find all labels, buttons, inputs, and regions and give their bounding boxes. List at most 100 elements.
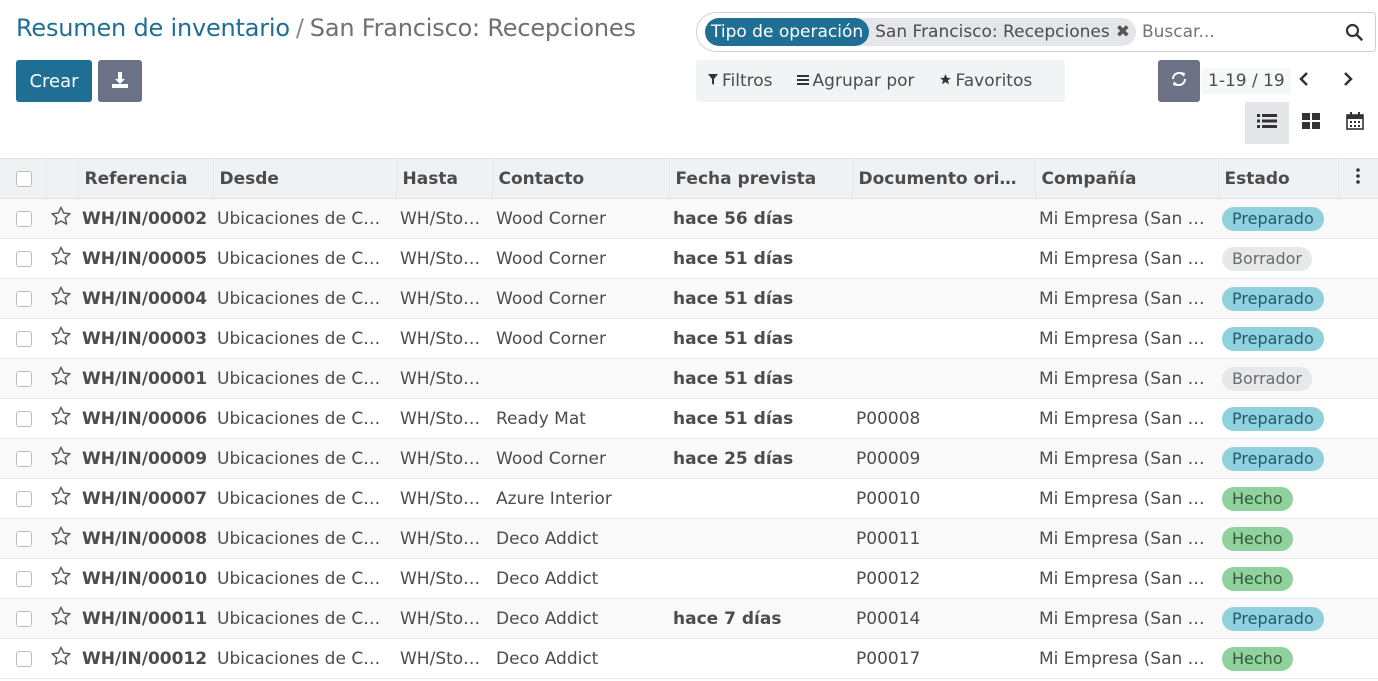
row-checkbox[interactable]	[16, 290, 32, 307]
favorite-cell[interactable]	[46, 358, 78, 399]
row-checkbox[interactable]	[16, 370, 32, 387]
favorite-cell[interactable]	[46, 598, 78, 639]
row-spacer-cell	[1338, 398, 1378, 439]
from-cell: Ubicaciones de C…	[213, 238, 396, 279]
column-header-contact[interactable]: Contacto	[492, 158, 670, 199]
pager-next-button[interactable]	[1334, 66, 1362, 96]
row-select-cell[interactable]	[0, 518, 46, 559]
create-button[interactable]: Crear	[16, 60, 92, 102]
star-outline-icon[interactable]	[50, 326, 72, 352]
star-outline-icon[interactable]	[50, 646, 72, 672]
row-checkbox[interactable]	[16, 450, 32, 467]
favorite-cell[interactable]	[46, 238, 78, 279]
row-select-cell[interactable]	[0, 198, 46, 239]
table-row[interactable]: WH/IN/00005 Ubicaciones de C… WH/Sto… Wood …	[0, 238, 1378, 279]
favorites-toggle[interactable]: Favoritos	[927, 60, 1045, 102]
favorite-cell[interactable]	[46, 518, 78, 559]
table-row[interactable]: WH/IN/00006 Ubicaciones de C… WH/Sto… Ready…	[0, 398, 1378, 439]
row-checkbox[interactable]	[16, 250, 32, 267]
star-outline-icon[interactable]	[50, 286, 72, 312]
row-select-cell[interactable]	[0, 238, 46, 279]
table-row[interactable]: WH/IN/00009 Ubicaciones de C… WH/Sto… Wood …	[0, 438, 1378, 479]
company-cell: Mi Empresa (San …	[1035, 518, 1218, 559]
state-cell: Hecho	[1218, 518, 1338, 559]
row-checkbox[interactable]	[16, 210, 32, 227]
row-select-cell[interactable]	[0, 318, 46, 359]
select-all-cell[interactable]	[0, 158, 47, 199]
column-header-scheduled-date[interactable]: Fecha prevista	[669, 158, 853, 199]
favorite-cell[interactable]	[46, 438, 78, 479]
row-select-cell[interactable]	[0, 358, 46, 399]
row-select-cell[interactable]	[0, 598, 46, 639]
row-select-cell[interactable]	[0, 638, 46, 679]
favorite-cell[interactable]	[46, 478, 78, 519]
to-cell: WH/Sto…	[396, 198, 492, 239]
column-header-state[interactable]: Estado	[1218, 158, 1339, 199]
favorites-label: Favoritos	[955, 71, 1033, 91]
row-select-cell[interactable]	[0, 558, 46, 599]
star-outline-icon[interactable]	[50, 366, 72, 392]
favorite-cell[interactable]	[46, 278, 78, 319]
column-header-reference[interactable]: Referencia	[78, 158, 214, 199]
row-checkbox[interactable]	[16, 410, 32, 427]
groupby-toggle[interactable]: Agrupar por	[785, 60, 927, 102]
row-select-cell[interactable]	[0, 278, 46, 319]
star-outline-icon[interactable]	[50, 206, 72, 232]
row-select-cell[interactable]	[0, 398, 46, 439]
status-badge: Preparado	[1222, 326, 1324, 351]
search-panel-bar: Filtros Agrupar por Favoritos	[696, 60, 1065, 102]
filters-toggle[interactable]: Filtros	[696, 60, 785, 102]
column-header-to[interactable]: Hasta	[396, 158, 493, 199]
row-select-cell[interactable]	[0, 438, 46, 479]
download-button[interactable]	[98, 60, 142, 102]
row-spacer-cell	[1338, 198, 1378, 239]
favorite-cell[interactable]	[46, 638, 78, 679]
header-star-cell	[46, 158, 79, 199]
optional-columns-toggle[interactable]	[1338, 158, 1378, 199]
star-outline-icon[interactable]	[50, 606, 72, 632]
row-checkbox[interactable]	[16, 330, 32, 347]
row-checkbox[interactable]	[16, 530, 32, 547]
favorite-cell[interactable]	[46, 198, 78, 239]
search-input[interactable]	[1139, 21, 1339, 43]
favorite-cell[interactable]	[46, 318, 78, 359]
row-select-cell[interactable]	[0, 478, 46, 519]
search-icon[interactable]	[1339, 17, 1369, 47]
reload-button[interactable]	[1158, 60, 1200, 102]
column-header-from[interactable]: Desde	[213, 158, 397, 199]
star-outline-icon[interactable]	[50, 526, 72, 552]
table-row[interactable]: WH/IN/00010 Ubicaciones de C… WH/Sto… Deco …	[0, 558, 1378, 599]
table-row[interactable]: WH/IN/00011 Ubicaciones de C… WH/Sto… Deco …	[0, 598, 1378, 639]
star-outline-icon[interactable]	[50, 246, 72, 272]
breadcrumb-parent-link[interactable]: Resumen de inventario	[16, 14, 290, 42]
star-outline-icon[interactable]	[50, 566, 72, 592]
row-checkbox[interactable]	[16, 610, 32, 627]
star-outline-icon[interactable]	[50, 406, 72, 432]
table-row[interactable]: WH/IN/00001 Ubicaciones de C… WH/Sto… hace …	[0, 358, 1378, 399]
row-checkbox[interactable]	[16, 490, 32, 507]
favorite-cell[interactable]	[46, 398, 78, 439]
facet-remove-icon[interactable]: ✖	[1116, 22, 1130, 42]
table-row[interactable]: WH/IN/00002 Ubicaciones de C… WH/Sto… Wood …	[0, 198, 1378, 239]
pager-value[interactable]: 1-19 / 19	[1202, 68, 1291, 94]
kanban-view-button[interactable]	[1289, 102, 1333, 144]
table-row[interactable]: WH/IN/00008 Ubicaciones de C… WH/Sto… Deco …	[0, 518, 1378, 559]
table-row[interactable]: WH/IN/00003 Ubicaciones de C… WH/Sto… Wood …	[0, 318, 1378, 359]
table-row[interactable]: WH/IN/00007 Ubicaciones de C… WH/Sto… Azure…	[0, 478, 1378, 519]
list-view-button[interactable]	[1245, 102, 1289, 144]
favorite-cell[interactable]	[46, 558, 78, 599]
table-row[interactable]: WH/IN/00012 Ubicaciones de C… WH/Sto… Deco …	[0, 638, 1378, 679]
calendar-view-button[interactable]	[1333, 102, 1377, 144]
reference-cell: WH/IN/00010	[78, 558, 213, 599]
pager-previous-button[interactable]	[1290, 66, 1318, 96]
select-all-checkbox[interactable]	[16, 170, 32, 187]
star-outline-icon[interactable]	[50, 486, 72, 512]
status-badge: Hecho	[1222, 646, 1293, 671]
row-checkbox[interactable]	[16, 650, 32, 667]
to-cell: WH/Sto…	[396, 278, 492, 319]
star-outline-icon[interactable]	[50, 446, 72, 472]
column-header-source-document[interactable]: Documento orige…	[852, 158, 1036, 199]
table-row[interactable]: WH/IN/00004 Ubicaciones de C… WH/Sto… Wood …	[0, 278, 1378, 319]
column-header-company[interactable]: Compañía	[1035, 158, 1219, 199]
row-checkbox[interactable]	[16, 570, 32, 587]
